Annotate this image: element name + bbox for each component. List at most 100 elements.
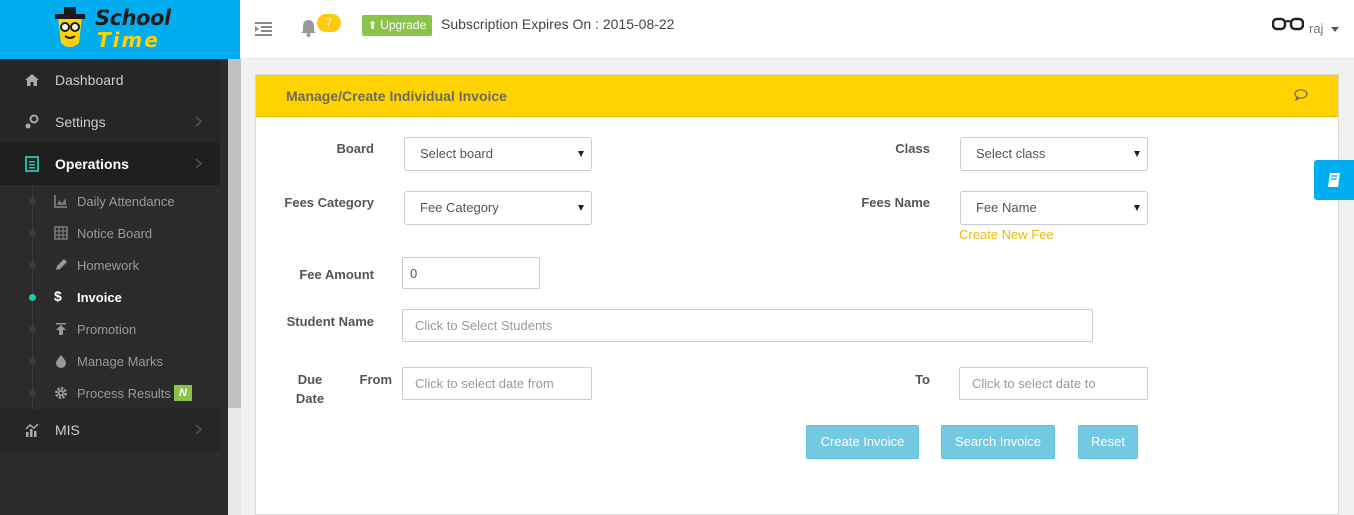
sidebar-subitem-promotion[interactable]: Promotion <box>0 313 220 345</box>
sidebar-subitem-label: Daily Attendance <box>77 194 175 209</box>
sidebar-item-label: Settings <box>55 114 106 130</box>
sidebar-subitem-label: Process Results <box>77 386 171 401</box>
page-title: Manage/Create Individual Invoice <box>286 88 507 104</box>
chevron-right-icon <box>195 116 202 127</box>
from-label: From <box>359 372 393 387</box>
due-label-line1: Due <box>297 372 323 387</box>
operations-submenu: Daily Attendance Notice Board Homework $… <box>0 185 220 409</box>
drop-icon <box>56 355 66 368</box>
dropdown-caret-icon <box>1134 205 1140 211</box>
comment-icon[interactable] <box>1294 89 1308 101</box>
sidebar-item-settings[interactable]: Settings <box>0 101 220 143</box>
create-invoice-button[interactable]: Create Invoice <box>806 425 919 459</box>
list-icon <box>25 156 39 172</box>
sidebar-subitem-notice-board[interactable]: Notice Board <box>0 217 220 249</box>
sidebar-item-label: Dashboard <box>55 72 124 88</box>
class-label: Class <box>895 141 930 156</box>
area-chart-icon <box>54 195 67 208</box>
date-from-input[interactable]: Click to select date from <box>402 367 592 400</box>
fees-category-select-value: Fee Category <box>420 200 499 215</box>
sidebar-subitem-label: Homework <box>77 258 140 273</box>
upgrade-button[interactable]: ⬆ Upgrade <box>362 15 433 36</box>
board-select-value: Select board <box>420 146 493 161</box>
home-icon <box>25 74 39 86</box>
invoice-panel: Manage/Create Individual Invoice Board S… <box>255 74 1339 515</box>
logo-mascot-icon <box>55 7 85 47</box>
sidebar-subitem-manage-marks[interactable]: Manage Marks <box>0 345 220 377</box>
fee-amount-label: Fee Amount <box>299 267 374 282</box>
due-date-label: Due Date <box>290 372 330 406</box>
settings-icon <box>25 114 39 129</box>
student-name-label: Student Name <box>286 314 374 329</box>
submenu-bullet <box>29 326 36 333</box>
sidebar: Dashboard Settings Operations Daily Atte… <box>0 59 228 515</box>
dropdown-caret-icon <box>1134 151 1140 157</box>
fees-category-label: Fees Category <box>284 195 374 210</box>
floating-book-button[interactable] <box>1314 160 1354 200</box>
class-select-value: Select class <box>976 146 1046 161</box>
sidebar-toggle-icon[interactable] <box>255 22 272 36</box>
submenu-bullet <box>29 230 36 237</box>
fees-name-label: Fees Name <box>861 195 930 210</box>
dropdown-caret-icon <box>578 205 584 211</box>
notification-count-badge[interactable]: 7 <box>317 14 341 32</box>
student-name-input[interactable]: Click to Select Students <box>402 309 1093 342</box>
sidebar-item-label: MIS <box>55 422 80 438</box>
fees-name-select[interactable]: Fee Name <box>960 191 1148 225</box>
panel-header: Manage/Create Individual Invoice <box>256 75 1338 117</box>
fees-category-select[interactable]: Fee Category <box>404 191 592 225</box>
sidebar-subitem-process-results[interactable]: Process Results N <box>0 377 220 409</box>
chevron-right-icon <box>195 158 202 169</box>
sidebar-subitem-label: Promotion <box>77 322 137 337</box>
subscription-expiry-text: Subscription Expires On : 2015-08-22 <box>441 16 675 32</box>
logo[interactable]: School Time <box>0 0 240 59</box>
upload-arrow-icon: ⬆ <box>368 20 378 32</box>
sidebar-scrollbar[interactable] <box>228 59 241 515</box>
sidebar-item-dashboard[interactable]: Dashboard <box>0 59 220 101</box>
class-select[interactable]: Select class <box>960 137 1148 171</box>
sidebar-item-operations[interactable]: Operations <box>0 143 220 185</box>
sidebar-item-label: Operations <box>55 156 129 172</box>
logo-text-school: School <box>95 6 171 30</box>
user-name[interactable]: raj <box>1309 21 1323 36</box>
search-invoice-button[interactable]: Search Invoice <box>941 425 1055 459</box>
due-label-line2: Date <box>295 391 325 406</box>
top-bar: School Time 7 ⬆ Upgrade Subscription Expi… <box>0 0 1354 59</box>
board-label: Board <box>336 141 374 156</box>
glasses-icon[interactable] <box>1272 17 1304 31</box>
sidebar-subitem-label: Manage Marks <box>77 354 163 369</box>
submenu-bullet <box>29 262 36 269</box>
book-icon <box>1328 173 1340 187</box>
logo-text-time: Time <box>97 28 160 52</box>
sidebar-subitem-label: Invoice <box>77 290 122 305</box>
sidebar-scrollbar-thumb[interactable] <box>228 59 241 408</box>
date-to-input[interactable]: Click to select date to <box>959 367 1148 400</box>
submenu-bullet-active <box>29 294 36 301</box>
sidebar-menu: Dashboard Settings Operations Daily Atte… <box>0 59 220 515</box>
bell-icon[interactable] <box>300 19 317 37</box>
submenu-bullet <box>29 358 36 365</box>
submenu-bullet <box>29 390 36 397</box>
dollar-icon: $ <box>54 288 62 304</box>
sidebar-subitem-daily-attendance[interactable]: Daily Attendance <box>0 185 220 217</box>
pencil-icon <box>56 259 67 270</box>
fee-amount-input[interactable]: 0 <box>402 257 540 289</box>
upload-arrow-icon <box>56 323 66 335</box>
gear-icon <box>55 387 67 399</box>
sidebar-subitem-invoice[interactable]: $ Invoice <box>0 281 220 313</box>
chart-icon <box>25 423 39 437</box>
new-badge: N <box>174 385 192 401</box>
user-menu-chevron-down-icon[interactable] <box>1331 27 1339 32</box>
dropdown-caret-icon <box>578 151 584 157</box>
board-select[interactable]: Select board <box>404 137 592 171</box>
sidebar-subitem-label: Notice Board <box>77 226 153 241</box>
to-label: To <box>915 372 930 387</box>
submenu-bullet <box>29 198 36 205</box>
fees-name-select-value: Fee Name <box>976 200 1037 215</box>
create-new-fee-link[interactable]: Create New Fee <box>959 227 1054 242</box>
sidebar-item-mis[interactable]: MIS <box>0 409 220 451</box>
sidebar-subitem-homework[interactable]: Homework <box>0 249 220 281</box>
chevron-right-icon <box>195 424 202 435</box>
reset-button[interactable]: Reset <box>1078 425 1138 459</box>
table-icon <box>54 226 68 240</box>
